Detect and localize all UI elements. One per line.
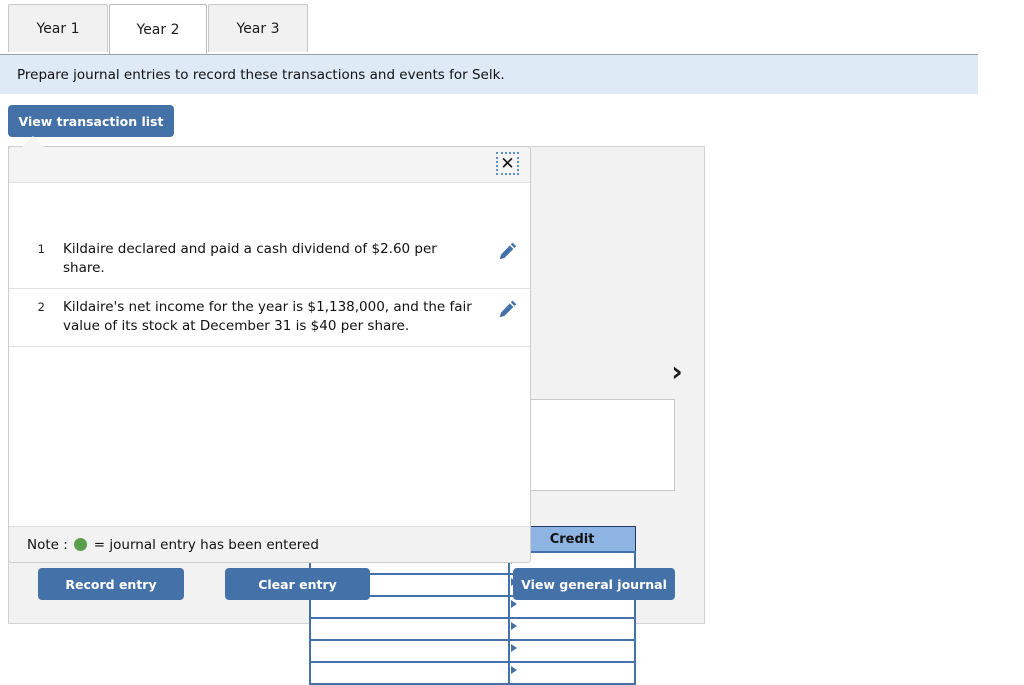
- view-transaction-list-button[interactable]: View transaction list: [8, 105, 174, 137]
- transaction-description: Kildaire declared and paid a cash divide…: [63, 241, 437, 276]
- tab-year-3[interactable]: Year 3: [208, 4, 308, 52]
- tab-year-1[interactable]: Year 1: [8, 4, 108, 52]
- transaction-list: 1 Kildaire declared and paid a cash divi…: [9, 183, 530, 526]
- pencil-icon: [499, 242, 516, 259]
- transaction-list-popup: ✕ 1 Kildaire declared and paid a cash di…: [8, 146, 531, 563]
- instruction-banner: Prepare journal entries to record these …: [0, 54, 978, 94]
- clear-entry-button[interactable]: Clear entry: [225, 568, 370, 600]
- journal-cell-credit[interactable]: [508, 661, 636, 685]
- note-prefix-label: Note :: [27, 536, 68, 553]
- tab-year-3-label: Year 3: [236, 20, 280, 37]
- popup-header: ✕: [9, 147, 530, 183]
- view-general-journal-button[interactable]: View general journal: [513, 568, 675, 600]
- tab-year-2-label: Year 2: [136, 21, 180, 38]
- view-general-journal-label: View general journal: [521, 576, 667, 592]
- popup-note-bar: Note : = journal entry has been entered: [9, 526, 530, 562]
- list-item[interactable]: 2 Kildaire's net income for the year is …: [9, 289, 530, 347]
- record-entry-button[interactable]: Record entry: [38, 568, 184, 600]
- transaction-description: Kildaire's net income for the year is $1…: [63, 299, 472, 334]
- table-row[interactable]: [308, 661, 636, 685]
- journal-cell-debit[interactable]: [308, 617, 511, 641]
- edit-transaction-button[interactable]: [486, 298, 530, 318]
- popup-pointer-triangle: [22, 136, 44, 147]
- journal-cell-debit[interactable]: [308, 661, 511, 685]
- clear-entry-label: Clear entry: [258, 576, 337, 592]
- green-dot-icon: [73, 538, 87, 551]
- year-tab-strip: Year 1 Year 2 Year 3: [0, 0, 1024, 54]
- table-row[interactable]: [308, 639, 636, 663]
- note-suffix-label: = journal entry has been entered: [93, 536, 319, 553]
- next-chevron-icon[interactable]: ›: [664, 356, 690, 388]
- instruction-text: Prepare journal entries to record these …: [17, 66, 505, 83]
- transaction-number: 2: [37, 300, 45, 314]
- record-entry-label: Record entry: [65, 576, 157, 592]
- edit-transaction-button[interactable]: [486, 240, 530, 260]
- tab-year-2[interactable]: Year 2: [109, 4, 207, 54]
- transaction-number: 1: [37, 242, 45, 256]
- tab-year-1-label: Year 1: [36, 20, 80, 37]
- pencil-icon: [499, 300, 516, 317]
- list-item[interactable]: 1 Kildaire declared and paid a cash divi…: [9, 231, 530, 289]
- journal-cell-credit[interactable]: [508, 639, 636, 663]
- close-icon[interactable]: ✕: [496, 152, 519, 175]
- journal-cell-debit[interactable]: [308, 639, 511, 663]
- table-row[interactable]: [308, 617, 636, 641]
- view-transaction-list-label: View transaction list: [18, 113, 164, 129]
- journal-cell-credit[interactable]: [508, 617, 636, 641]
